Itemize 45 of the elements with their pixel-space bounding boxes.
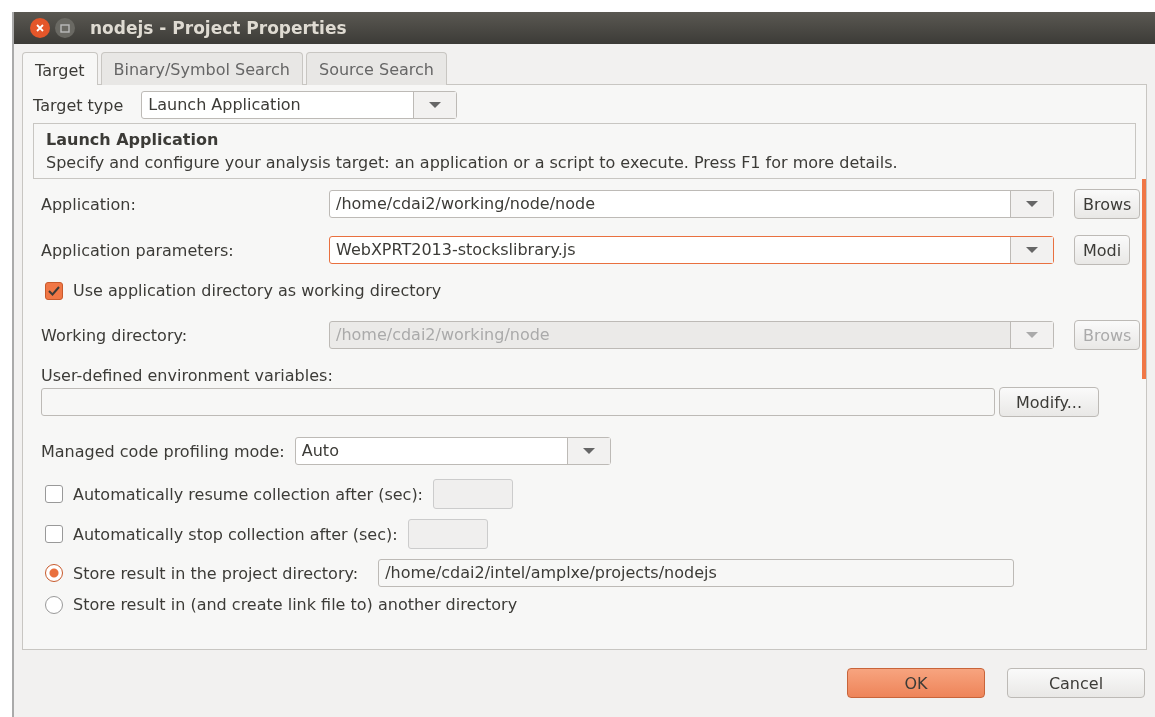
side-button[interactable]: Modi [1074,235,1131,265]
modify-button[interactable]: Modify... [999,387,1099,417]
field-label: Application parameters: [41,240,235,260]
tab[interactable]: Source Search [305,52,447,85]
radio-button[interactable] [45,595,63,614]
caret-icon [429,102,442,108]
scrollbar[interactable] [1142,179,1146,379]
checkbox[interactable] [45,281,63,300]
caret-icon [1026,201,1038,207]
section-description: Specify and configure your analysis target: an application or a script to execute. Press F1 for more details. [46,153,899,172]
field-label: Target type [33,95,124,115]
cancel-button[interactable]: Cancel [1007,668,1145,698]
field-label: Managed code profiling mode: [41,441,285,461]
caret-icon [582,448,595,454]
tab[interactable]: Target [22,52,98,85]
profiling-mode-dropdown[interactable]: Auto [294,437,611,465]
combo-field[interactable]: /home/cdai2/working/node/node [329,190,1054,218]
radio-label: Store result in the project directory: [73,563,359,583]
close-icon [35,23,45,33]
checkbox[interactable] [45,525,63,543]
ok-button[interactable]: OK [847,668,985,698]
maximize-button[interactable] [55,18,75,38]
seconds-field[interactable] [407,519,488,549]
tab[interactable]: Binary/Symbol Search [100,52,303,85]
radio-label: Store result in (and create link file to) another directory [73,595,518,614]
field-label: User-defined environment variables: [41,366,334,385]
checkbox-label: Use application directory as working directory [73,281,442,300]
close-button[interactable] [30,18,50,38]
seconds-field[interactable] [433,479,513,509]
combo-field[interactable]: WebXPRT2013-stockslibrary.js [329,236,1054,264]
environment-field[interactable] [41,388,995,416]
caret-icon [1026,332,1038,338]
window-title: nodejs - Project Properties [90,18,347,38]
checkbox[interactable] [45,485,63,503]
side-button[interactable]: Brows [1074,189,1141,219]
field-label: Application: [41,194,137,214]
maximize-icon [60,23,70,33]
section-title: Launch Application [46,130,220,149]
target-type-dropdown[interactable]: Launch Application [141,91,458,119]
project-directory-field[interactable]: /home/cdai2/intel/amplxe/projects/nodejs [378,559,1015,587]
caret-icon [1026,247,1038,253]
radio-button[interactable] [45,564,63,582]
field-label: Working directory: [41,325,189,345]
checkbox-label: Automatically resume collection after (sec): [73,484,423,504]
checkbox-label: Automatically stop collection after (sec): [73,524,398,544]
